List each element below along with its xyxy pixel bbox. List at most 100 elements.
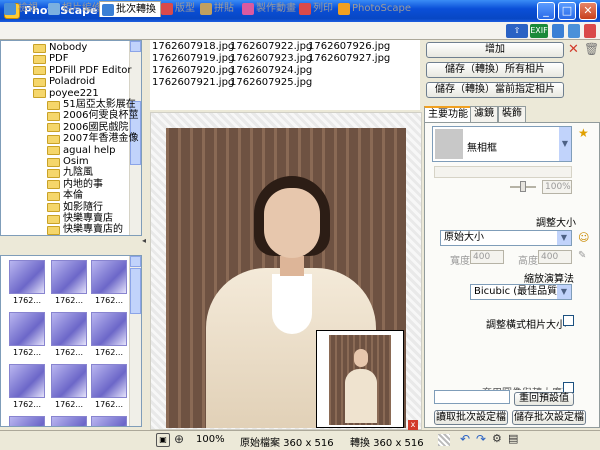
thumbs-scroll-up-button[interactable] bbox=[130, 256, 141, 267]
thumbs-scrollbar[interactable] bbox=[129, 256, 141, 426]
frame-zoom-slider-handle[interactable] bbox=[520, 181, 526, 192]
tree-item[interactable]: 本倫 bbox=[47, 190, 83, 202]
file-item[interactable]: 1762607924.jpg bbox=[230, 65, 312, 76]
maximize-button[interactable]: □ bbox=[558, 2, 576, 20]
tree-item[interactable]: agual help bbox=[47, 145, 116, 157]
frame-select[interactable]: 無相框 ▼ bbox=[432, 126, 572, 162]
file-item[interactable]: 1762607922.jpg bbox=[230, 41, 312, 52]
tree-item[interactable]: PDF bbox=[33, 53, 68, 65]
zoom-icon[interactable]: ⊕ bbox=[174, 432, 184, 446]
tab-filters[interactable]: 濾鏡 bbox=[470, 106, 498, 122]
save-batch-settings-button[interactable]: 儲存批次設定檔 bbox=[512, 410, 586, 425]
thumbnail-item[interactable] bbox=[49, 414, 89, 426]
file-item[interactable]: 1762607923.jpg bbox=[230, 53, 312, 64]
folder-icon bbox=[47, 123, 60, 133]
file-list[interactable]: 1762607918.jpg 1762607922.jpg 1762607926.j… bbox=[150, 40, 420, 110]
file-item[interactable]: 1762607918.jpg bbox=[152, 41, 234, 52]
file-item[interactable]: 1762607920.jpg bbox=[152, 65, 234, 76]
tab-animated-gif[interactable]: 製作動畫 bbox=[240, 1, 300, 17]
thumbnail-item[interactable]: 1762... bbox=[89, 362, 129, 414]
tab-decorations[interactable]: 裝飾 bbox=[498, 106, 526, 122]
resize-landscape-checkbox[interactable] bbox=[563, 315, 574, 326]
tree-item[interactable]: 2007年香港金像 bbox=[47, 133, 138, 145]
navigator-close-icon[interactable]: x bbox=[408, 420, 418, 430]
settings-gear-icon[interactable]: ⚙ bbox=[492, 432, 502, 445]
thumbnail-image bbox=[9, 416, 45, 426]
photo-face bbox=[264, 188, 320, 258]
navigator-thumbnail[interactable] bbox=[316, 330, 404, 428]
thumbnail-item[interactable]: 1762... bbox=[49, 362, 89, 414]
scaling-algorithm-select[interactable]: Bicubic (最佳品質) ▼ bbox=[470, 284, 572, 300]
resize-select[interactable]: 原始大小 ▼ bbox=[440, 230, 572, 246]
window-mode-icon[interactable] bbox=[568, 24, 580, 38]
file-item[interactable]: 1762607919.jpg bbox=[152, 53, 234, 64]
folder-icon bbox=[47, 214, 60, 224]
save-all-button[interactable]: 儲存（轉換）所有相片 bbox=[426, 62, 564, 78]
frame-favorite-icon[interactable]: ★ bbox=[578, 126, 589, 140]
save-disk-icon[interactable]: ▤ bbox=[508, 432, 518, 445]
remove-icon[interactable]: ✕ bbox=[568, 42, 579, 57]
thumbnail-image bbox=[51, 260, 87, 294]
thumbnail-grid[interactable]: 1762... 1762... 1762... 1762... 1762... 1762.… bbox=[0, 255, 142, 427]
tree-item[interactable]: Nobody bbox=[33, 42, 87, 54]
minimize-button[interactable]: _ bbox=[537, 2, 555, 20]
thumbnail-item[interactable] bbox=[7, 414, 47, 426]
tree-item[interactable]: 如影隨行 bbox=[47, 202, 103, 214]
close-button[interactable]: ✕ bbox=[579, 2, 597, 20]
reset-defaults-button[interactable]: 重回預設值 bbox=[514, 392, 574, 406]
tree-item[interactable]: 快樂專賣店的 bbox=[47, 224, 123, 235]
splitter-arrow-icon[interactable]: ◂ bbox=[142, 236, 150, 252]
rotate-right-icon[interactable]: ↷ bbox=[476, 432, 486, 446]
thumbnail-item[interactable]: 1762... bbox=[89, 310, 129, 362]
add-button[interactable]: 增加 bbox=[426, 42, 564, 58]
exif-icon[interactable]: EXIF bbox=[530, 24, 548, 38]
tab-print[interactable]: 列印 bbox=[297, 1, 337, 17]
thumbnail-item[interactable]: 1762... bbox=[7, 310, 47, 362]
tab-editor[interactable]: 相片編修 bbox=[46, 1, 106, 17]
file-item[interactable]: 1762607925.jpg bbox=[230, 77, 312, 88]
tree-item[interactable]: 2006國民戲院 bbox=[47, 122, 128, 134]
resize-person-icon[interactable]: ☺ bbox=[578, 231, 589, 244]
width-input[interactable]: 400 bbox=[470, 250, 504, 264]
rotate-left-icon[interactable]: ↶ bbox=[460, 432, 470, 446]
height-edit-icon[interactable]: ✎ bbox=[578, 250, 586, 261]
load-batch-settings-button[interactable]: 讀取批次設定檔 bbox=[434, 410, 508, 425]
scroll-up-button[interactable] bbox=[130, 41, 141, 52]
thumbnail-item[interactable]: 1762... bbox=[49, 310, 89, 362]
folder-tree[interactable]: Nobody PDF PDFill PDF Editor Poladroid poyee… bbox=[0, 40, 142, 236]
help-icon[interactable]: ⇧ bbox=[506, 24, 528, 38]
thumbs-scroll-thumb[interactable] bbox=[130, 268, 141, 314]
thumbnail-item[interactable]: 1762... bbox=[49, 258, 89, 310]
thumbnail-caption: 1762... bbox=[95, 348, 123, 357]
thumbnail-item[interactable]: 1762... bbox=[89, 258, 129, 310]
file-item[interactable]: 1762607926.jpg bbox=[308, 41, 390, 52]
thumbnail-item[interactable]: 1762... bbox=[7, 258, 47, 310]
tab-photoscape[interactable]: PhotoScape bbox=[336, 1, 415, 17]
tab-batch[interactable]: 批次轉換 bbox=[99, 1, 161, 17]
file-item[interactable]: 1762607927.jpg bbox=[308, 53, 390, 64]
tree-item[interactable]: 2006何雯良杯莖 bbox=[47, 110, 138, 122]
tree-item[interactable]: 内地的事 bbox=[47, 179, 103, 191]
thumbnail-item[interactable] bbox=[89, 414, 129, 426]
folder-icon bbox=[33, 43, 46, 53]
tab-main-features[interactable]: 主要功能 bbox=[424, 106, 472, 122]
thumbnail-item[interactable]: 1762... bbox=[7, 362, 47, 414]
frame-dropdown-arrow-icon[interactable]: ▼ bbox=[559, 127, 571, 161]
tab-page[interactable]: 版型 bbox=[159, 1, 199, 17]
file-item[interactable]: 1762607921.jpg bbox=[152, 77, 234, 88]
tree-item[interactable]: PDFill PDF Editor bbox=[33, 65, 132, 77]
tree-item[interactable]: 九陰風 bbox=[47, 167, 93, 179]
save-current-button[interactable]: 儲存（轉換）當前指定相片 bbox=[426, 82, 564, 98]
trash-icon[interactable]: 🗑 bbox=[584, 42, 599, 56]
tree-item[interactable]: poyee221 bbox=[33, 88, 99, 100]
tab-combine[interactable]: 拼貼 bbox=[198, 1, 238, 17]
thumbnail-image bbox=[51, 364, 87, 398]
fit-zoom-icon[interactable]: ▣ bbox=[156, 433, 170, 447]
background-pattern-icon[interactable] bbox=[438, 434, 450, 446]
fullscreen-icon[interactable] bbox=[552, 24, 564, 38]
tab-viewer[interactable]: 檢視 bbox=[2, 1, 42, 17]
tree-item-label: 本倫 bbox=[63, 190, 83, 202]
settings-icon[interactable] bbox=[584, 24, 596, 38]
tree-item[interactable]: Poladroid bbox=[33, 76, 95, 88]
height-input[interactable]: 400 bbox=[538, 250, 572, 264]
